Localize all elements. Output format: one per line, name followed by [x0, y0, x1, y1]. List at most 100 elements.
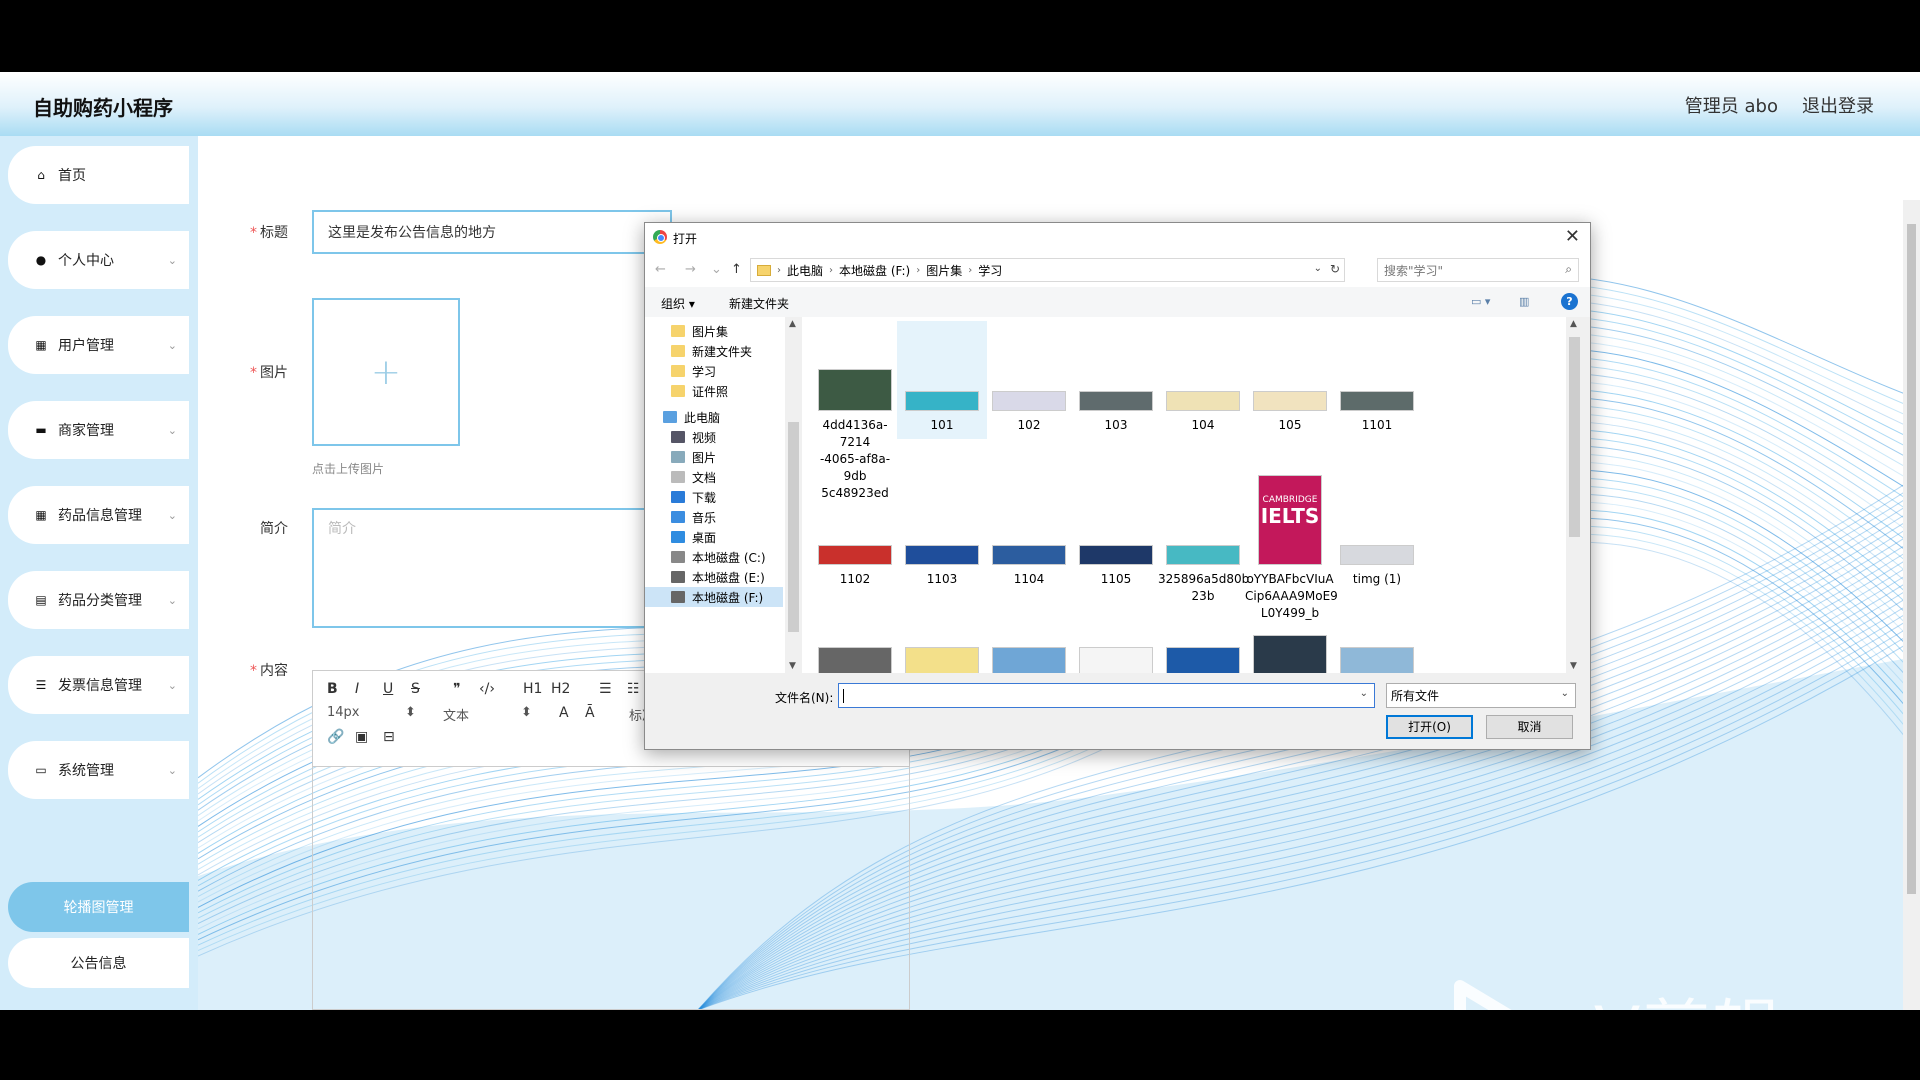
toolbar-button[interactable]: H1 [523, 681, 542, 697]
forward-icon[interactable]: → [685, 262, 696, 277]
file-item[interactable]: CAMBRIDGE IELTS oYYBAFbcVIuA Cip6AAA9MoE9 L0… [1245, 475, 1338, 620]
scroll-up-icon[interactable]: ▲ [1570, 319, 1577, 329]
tree-item[interactable]: 学习 [645, 361, 783, 381]
image-thumbnail[interactable] [1253, 635, 1327, 673]
toolbar-button[interactable]: ☰ [599, 681, 612, 697]
file-item[interactable]: 1101 [1332, 321, 1422, 439]
title-input[interactable]: 这里是发布公告信息的地方 [312, 210, 672, 254]
recent-dropdown-icon[interactable]: ⌄ [711, 262, 722, 277]
search-box[interactable]: 搜索"学习" ⌕ [1377, 258, 1579, 282]
tree-item[interactable]: 新建文件夹 [645, 341, 783, 361]
breadcrumb-item[interactable]: 图片集 [926, 262, 962, 279]
view-options-icon[interactable]: ▭ ▾ [1471, 295, 1490, 308]
page-scroll-thumb[interactable] [1907, 224, 1916, 894]
chevron-down-icon[interactable]: ⌄ [1314, 263, 1322, 274]
file-item[interactable]: 1103 [897, 475, 987, 593]
toolbar-button[interactable]: U [383, 681, 393, 697]
file-item[interactable]: 104 [1158, 321, 1248, 439]
tree-item[interactable]: 视频 [645, 427, 783, 447]
breadcrumb-item[interactable]: 本地磁盘 (F:) [839, 262, 910, 279]
chevron-down-icon[interactable]: ⌄ [1360, 688, 1368, 699]
tree-scroll-thumb[interactable] [788, 422, 799, 632]
file-item[interactable]: 1102 [810, 475, 900, 593]
preview-pane-icon[interactable]: ▥ [1519, 295, 1529, 308]
file-item[interactable]: 325896a5d80b 23b [1158, 475, 1249, 603]
video-icon[interactable]: ⊟ [383, 729, 395, 745]
tree-item[interactable]: 证件照 [645, 381, 783, 401]
tree-item[interactable]: 文档 [645, 467, 783, 487]
chevron-right-icon[interactable]: › [777, 265, 781, 276]
organize-menu[interactable]: 组织 ▾ [661, 295, 695, 312]
tree-item[interactable]: 本地磁盘 (C:) [645, 547, 783, 567]
tree-item[interactable]: 桌面 [645, 527, 783, 547]
new-folder-button[interactable]: 新建文件夹 [729, 295, 789, 312]
toolbar-button[interactable]: ☷ [627, 681, 640, 697]
tree-scrollbar[interactable]: ▲ ▼ [785, 317, 802, 673]
path-box[interactable]: › 此电脑 › 本地磁盘 (F:) › 图片集 › 学习 ⌄ ↻ [750, 258, 1345, 282]
toolbar-button[interactable]: B [327, 681, 338, 697]
image-thumbnail[interactable] [1166, 647, 1240, 673]
filename-input[interactable]: ⌄ [838, 683, 1375, 708]
logout-link[interactable]: 退出登录 [1802, 92, 1874, 118]
tree-item[interactable]: 此电脑 [645, 407, 783, 427]
file-item[interactable]: 101 [897, 321, 987, 439]
files-scroll-thumb[interactable] [1569, 337, 1580, 537]
toolbar-button[interactable]: ❞ [453, 681, 461, 697]
refresh-icon[interactable]: ↻ [1330, 262, 1340, 276]
select-arrow-icon[interactable]: ⬍ [521, 705, 532, 720]
sidebar-item[interactable]: ▬ 商家管理 ⌄ [8, 401, 189, 459]
sidebar-item[interactable]: ☰ 发票信息管理 ⌄ [8, 656, 189, 714]
sidebar-item[interactable]: ▦ 用户管理 ⌄ [8, 316, 189, 374]
open-button[interactable]: 打开(O) [1386, 715, 1473, 739]
background-color-icon[interactable]: Ā [585, 705, 595, 721]
image-thumbnail[interactable] [905, 647, 979, 673]
breadcrumb-item[interactable]: 学习 [978, 262, 1002, 279]
file-item[interactable]: 1105 [1071, 475, 1161, 593]
sidebar-item[interactable]: ● 个人中心 ⌄ [8, 231, 189, 289]
tree-item[interactable]: 图片集 [645, 321, 783, 341]
help-icon[interactable]: ? [1561, 293, 1578, 310]
text-color-icon[interactable]: A [559, 705, 569, 721]
scroll-down-icon[interactable]: ▼ [1570, 661, 1577, 671]
image-upload-box[interactable]: + [312, 298, 460, 446]
scroll-up-icon[interactable]: ▲ [789, 319, 796, 329]
intro-textarea[interactable]: 简介 [312, 508, 672, 628]
toolbar-button[interactable]: S [411, 681, 420, 697]
scroll-down-icon[interactable]: ▼ [789, 661, 796, 671]
file-item[interactable]: 105 [1245, 321, 1335, 439]
back-icon[interactable]: ← [655, 262, 666, 277]
image-icon[interactable]: ▣ [355, 729, 368, 745]
file-item[interactable]: 103 [1071, 321, 1161, 439]
toolbar-button[interactable]: H2 [551, 681, 570, 697]
file-item[interactable]: 1104 [984, 475, 1074, 593]
tree-item[interactable]: 音乐 [645, 507, 783, 527]
file-item[interactable]: timg (1) [1332, 475, 1422, 593]
toolbar-button[interactable]: I [355, 681, 359, 697]
select-arrow-icon[interactable]: ⬍ [405, 705, 416, 720]
chevron-right-icon[interactable]: › [916, 265, 920, 276]
image-thumbnail[interactable] [1340, 647, 1414, 673]
tree-item[interactable]: 本地磁盘 (E:) [645, 567, 783, 587]
toolbar-button[interactable]: ‹/› [479, 681, 495, 697]
image-thumbnail[interactable] [1079, 647, 1153, 673]
tree-item[interactable]: 下载 [645, 487, 783, 507]
font-size-select[interactable]: 14px [327, 705, 360, 720]
sidebar-item[interactable]: ▤ 药品分类管理 ⌄ [8, 571, 189, 629]
filetype-select[interactable]: 所有文件 ⌄ [1386, 683, 1576, 708]
files-scrollbar[interactable]: ▲ ▼ [1566, 317, 1583, 673]
page-scrollbar[interactable] [1903, 200, 1920, 1010]
sidebar-item[interactable]: ⌂ 首页 [8, 146, 189, 204]
up-icon[interactable]: ↑ [731, 262, 742, 277]
tree-item[interactable]: 图片 [645, 447, 783, 467]
breadcrumb-item[interactable]: 此电脑 [787, 262, 823, 279]
sidebar-item[interactable]: ▦ 药品信息管理 ⌄ [8, 486, 189, 544]
heading-select[interactable]: 文本 [443, 705, 469, 724]
tree-item[interactable]: 本地磁盘 (F:) [645, 587, 783, 607]
link-icon[interactable]: 🔗 [327, 729, 344, 745]
file-item[interactable]: 4dd4136a-7214 -4065-af8a-9db 5c48923ed [810, 321, 900, 500]
image-thumbnail[interactable] [818, 647, 892, 673]
sidebar-subitem[interactable]: 轮播图管理 [8, 882, 189, 932]
chevron-right-icon[interactable]: › [829, 265, 833, 276]
chevron-right-icon[interactable]: › [968, 265, 972, 276]
cancel-button[interactable]: 取消 [1486, 715, 1573, 739]
